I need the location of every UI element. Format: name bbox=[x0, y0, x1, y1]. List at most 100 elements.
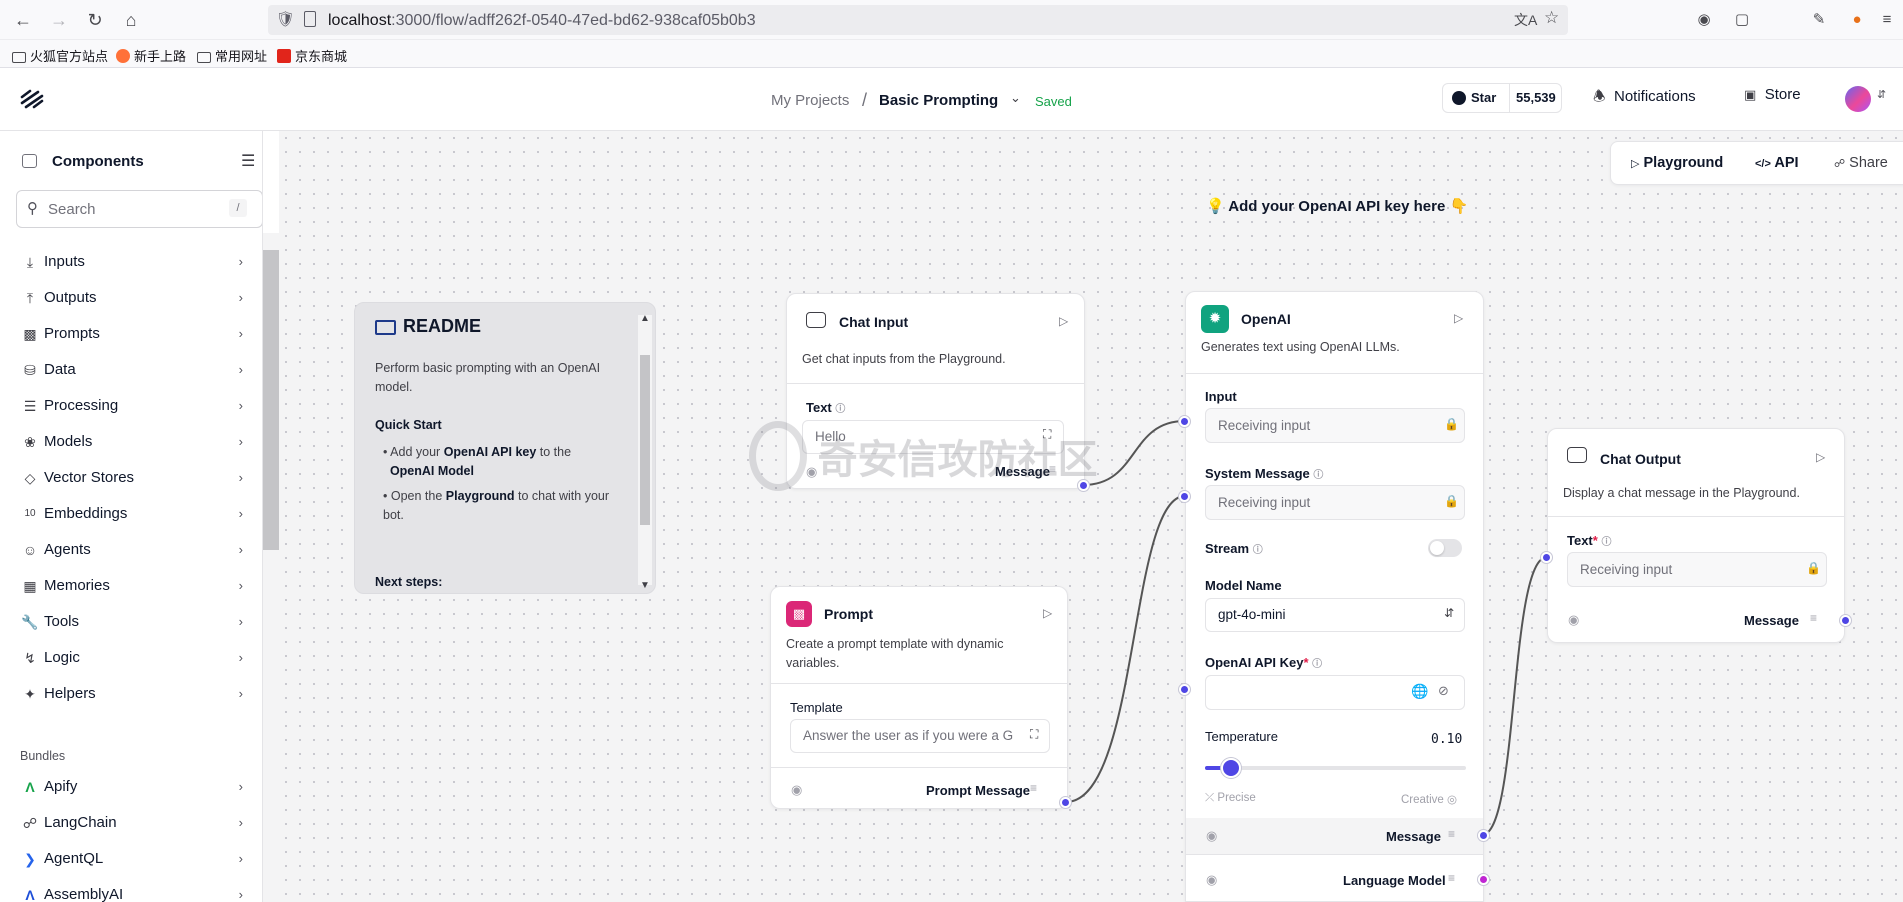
share-button[interactable]: ☍ Share bbox=[1834, 155, 1888, 171]
expand-icon[interactable]: ⛶ bbox=[1030, 727, 1038, 742]
sidebar-scroll-thumb[interactable] bbox=[263, 250, 279, 550]
chevron-down-icon[interactable]: ⌄ bbox=[1010, 90, 1021, 106]
stream-toggle[interactable] bbox=[1428, 539, 1462, 557]
canvas-note[interactable]: 💡 Add your OpenAI API key here 👇 bbox=[1206, 197, 1468, 215]
output-options-icon[interactable]: ≡ bbox=[1448, 827, 1455, 841]
openai-node[interactable]: ✹ OpenAI ▷ Generates text using OpenAI L… bbox=[1185, 291, 1484, 902]
github-star-button[interactable]: Star 55,539 bbox=[1442, 83, 1562, 113]
sidebar-toggle-icon[interactable] bbox=[22, 154, 37, 168]
prompt-template-label: Template bbox=[790, 700, 843, 715]
scroll-up-icon[interactable]: ▲ bbox=[640, 313, 650, 324]
output-options-icon[interactable]: ≡ bbox=[1030, 781, 1037, 795]
scroll-down-icon[interactable]: ▼ bbox=[640, 580, 650, 591]
sidebar-item-logic[interactable]: ↯ Logic › bbox=[18, 643, 243, 673]
extension-icon[interactable]: ✎ bbox=[1808, 9, 1830, 31]
output-options-icon[interactable]: ≡ bbox=[1448, 871, 1455, 885]
sidebar-item-inputs[interactable]: ⤓ Inputs › bbox=[18, 247, 243, 277]
star-icon[interactable]: ☆ bbox=[1544, 8, 1559, 28]
readme-note[interactable]: README Perform basic prompting with an O… bbox=[354, 302, 656, 594]
sidebar-item-helpers[interactable]: ✦ Helpers › bbox=[18, 679, 243, 709]
sidebar-item-prompts[interactable]: ▩ Prompts › bbox=[18, 319, 243, 349]
sidebar-item-agents[interactable]: ☺ Agents › bbox=[18, 535, 243, 565]
bookmark-jd[interactable]: 京东商城 bbox=[277, 46, 347, 65]
sidebar-item-outputs[interactable]: ⤒ Outputs › bbox=[18, 283, 243, 313]
openai-input-field[interactable]: Receiving input bbox=[1205, 408, 1465, 443]
play-icon[interactable]: ▷ bbox=[1059, 314, 1068, 328]
folder-icon bbox=[197, 52, 211, 63]
flow-canvas[interactable]: ▷ Playground </> API ☍ Share 💡 Add your … bbox=[279, 131, 1903, 902]
search-input[interactable]: ⚲ Search / bbox=[16, 190, 262, 228]
sidebar-item-embeddings[interactable]: 10 Embeddings › bbox=[18, 499, 243, 529]
menu-icon[interactable]: ≡ bbox=[1876, 9, 1898, 31]
notifications-button[interactable]: 🕭 Notifications bbox=[1593, 86, 1696, 110]
openai-system-message-field[interactable]: Receiving input bbox=[1205, 485, 1465, 520]
readme-scroll-thumb[interactable] bbox=[640, 355, 650, 525]
bookmark-common[interactable]: 常用网址 bbox=[197, 46, 267, 65]
forward-icon[interactable]: → bbox=[46, 8, 72, 32]
sidebar-item-data[interactable]: ⛁ Data › bbox=[18, 355, 243, 385]
sidebar-item-models[interactable]: ❀ Models › bbox=[18, 427, 243, 457]
avatar[interactable] bbox=[1845, 86, 1871, 112]
playground-button[interactable]: ▷ Playground bbox=[1631, 155, 1723, 171]
play-icon[interactable]: ▷ bbox=[1816, 450, 1825, 464]
openai-api-key-handle[interactable] bbox=[1179, 684, 1190, 695]
prompt-node[interactable]: ▩ Prompt ▷ Create a prompt template with… bbox=[770, 586, 1068, 809]
globe-icon[interactable]: 🌐 bbox=[1411, 683, 1428, 700]
chat-output-node[interactable]: Chat Output ▷ Display a chat message in … bbox=[1547, 428, 1845, 643]
prompt-output-handle[interactable] bbox=[1060, 797, 1071, 808]
play-icon[interactable]: ▷ bbox=[1043, 606, 1052, 620]
sidebar-item-processing[interactable]: ☰ Processing › bbox=[18, 391, 243, 421]
sidebar-item-vector-stores[interactable]: ◇ Vector Stores › bbox=[18, 463, 243, 493]
divider bbox=[1186, 854, 1483, 855]
avatar-chevron-icon[interactable]: ⇵ bbox=[1877, 88, 1886, 101]
store-button[interactable]: ▣ Store bbox=[1744, 86, 1801, 110]
reload-icon[interactable]: ↻ bbox=[82, 8, 108, 32]
api-button[interactable]: </> API bbox=[1755, 155, 1799, 171]
sidebar-item-tools[interactable]: 🔧 Tools › bbox=[18, 607, 243, 637]
sidebar-bundle-agentql[interactable]: ❯ AgentQL › bbox=[18, 844, 243, 874]
eye-icon[interactable]: ◉ bbox=[1206, 872, 1217, 888]
eye-icon[interactable]: ◉ bbox=[1206, 828, 1217, 844]
chat-output-text-field[interactable]: Receiving input bbox=[1567, 552, 1827, 587]
crop-icon[interactable]: ▢ bbox=[1731, 9, 1753, 31]
layers-icon: ◇ bbox=[24, 470, 36, 486]
fox-extension-icon[interactable]: ● bbox=[1846, 9, 1868, 31]
langflow-logo-icon[interactable] bbox=[20, 89, 44, 109]
edge-chatinput-openai[interactable] bbox=[1082, 420, 1186, 486]
sidebar-options-icon[interactable]: ☰ bbox=[241, 151, 255, 171]
langchain-icon: ☍ bbox=[22, 815, 38, 831]
sidebar-item-memories[interactable]: ▦ Memories › bbox=[18, 571, 243, 601]
temperature-slider-track[interactable] bbox=[1205, 766, 1466, 770]
openai-system-message-handle[interactable] bbox=[1179, 491, 1190, 502]
bookmark-firefox-site[interactable]: 火狐官方站点 bbox=[12, 46, 108, 65]
play-icon[interactable]: ▷ bbox=[1454, 311, 1463, 325]
sidebar-bundle-apify[interactable]: Λ Apify › bbox=[18, 772, 243, 802]
eye-icon[interactable]: ◉ bbox=[791, 782, 802, 798]
bookmark-getting-started[interactable]: 新手上路 bbox=[116, 46, 186, 65]
eye-off-icon[interactable]: ⊘ bbox=[1438, 683, 1449, 699]
precise-icon: ⤫ bbox=[1205, 792, 1215, 804]
chat-output-text-handle[interactable] bbox=[1541, 552, 1552, 563]
translate-icon[interactable]: 文A bbox=[1514, 10, 1537, 30]
openai-message-output-handle[interactable] bbox=[1478, 830, 1489, 841]
output-options-icon[interactable]: ≡ bbox=[1810, 611, 1817, 625]
account-icon[interactable]: ◉ bbox=[1693, 9, 1715, 31]
temperature-slider-thumb[interactable] bbox=[1221, 758, 1242, 778]
openai-input-handle[interactable] bbox=[1179, 416, 1190, 427]
sidebar-bundle-langchain[interactable]: ☍ LangChain › bbox=[18, 808, 243, 838]
back-icon[interactable]: ← bbox=[10, 8, 36, 32]
home-icon[interactable]: ⌂ bbox=[118, 8, 144, 32]
edge-prompt-openai[interactable] bbox=[1065, 495, 1186, 803]
chat-output-output-handle[interactable] bbox=[1840, 615, 1851, 626]
openai-language-model-output-handle[interactable] bbox=[1478, 874, 1489, 885]
openai-model-select[interactable]: gpt-4o-mini bbox=[1205, 598, 1465, 632]
prompt-template-field[interactable]: Answer the user as if you were a G bbox=[790, 719, 1050, 753]
address-bar[interactable]: 🛡 localhost:3000/flow/adff262f-0540-47ed… bbox=[268, 5, 1568, 35]
edge-openai-chatoutput[interactable] bbox=[1481, 556, 1548, 836]
flow-name[interactable]: Basic Prompting bbox=[879, 92, 998, 109]
chevron-right-icon: › bbox=[238, 650, 243, 665]
openai-stream-label: Stream ⓘ bbox=[1205, 541, 1263, 556]
eye-icon[interactable]: ◉ bbox=[1568, 612, 1579, 628]
sidebar-bundle-assemblyai[interactable]: Λ AssemblyAI › bbox=[18, 880, 243, 902]
breadcrumb-my-projects[interactable]: My Projects bbox=[771, 92, 849, 109]
